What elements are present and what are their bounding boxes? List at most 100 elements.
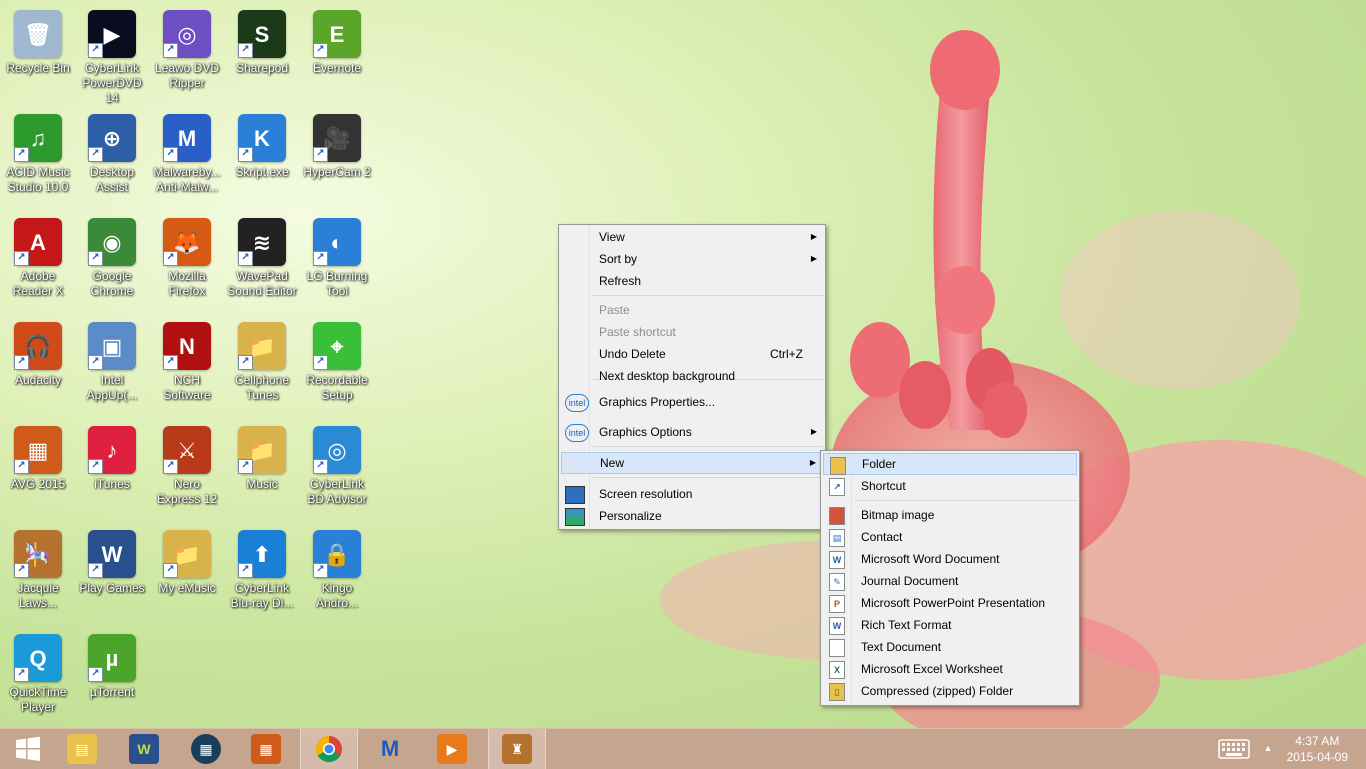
desktop-icon-label: Music — [246, 477, 278, 491]
desktop-icon[interactable]: M ↗ Malwareby... Anti-Malw... — [149, 108, 225, 206]
desktop-icon[interactable]: ⊕ ↗ Desktop Assist — [74, 108, 150, 206]
desktop-icon-label: AVG 2015 — [10, 477, 66, 491]
desktop-icon[interactable]: 🔒 ↗ Kingo Andro... — [299, 524, 375, 622]
new-item-text-document[interactable]: Text Document — [823, 636, 1077, 658]
menu-item-label: Text Document — [861, 640, 942, 654]
desktop-icon-label: Recordable Setup — [306, 373, 368, 402]
desktop-icon[interactable]: ▣ ↗ Intel AppUp(... — [74, 316, 150, 414]
shortcut-arrow-icon: ↗ — [238, 563, 253, 578]
desktop-icon[interactable]: ◎ ↗ CyberLink BD Advisor — [299, 420, 375, 518]
menu-item-new[interactable]: New ▶ — [561, 452, 823, 474]
desktop-icon[interactable]: 🎠 ↗ Jacquie Laws... — [0, 524, 76, 622]
menu-item-label: Journal Document — [861, 574, 959, 588]
desktop-icon-label: Evernote — [312, 61, 362, 75]
desktop-icon[interactable]: ≋ ↗ WavePad Sound Editor — [224, 212, 300, 310]
shortcut-arrow-icon: ↗ — [88, 459, 103, 474]
menu-item-refresh[interactable]: Refresh — [561, 270, 823, 292]
desktop-icon[interactable]: K ↗ Skript.exe — [224, 108, 300, 206]
taskbar: ▤ W ▦ ▦ M ▶ ♜ ▲ 4:37 AM 2015-04-09 — [0, 728, 1366, 769]
menu-item-label: Microsoft PowerPoint Presentation — [861, 596, 1046, 610]
desktop-icon[interactable]: ◎ ↗ Leawo DVD Ripper — [149, 4, 225, 102]
new-item-microsoft-excel-worksheet[interactable]: Microsoft Excel Worksheet X — [823, 658, 1077, 680]
desktop-icon[interactable]: 📁 ↗ Cellphone Tunes — [224, 316, 300, 414]
desktop-icon[interactable]: ▶ ↗ CyberLink PowerDVD 14 — [74, 4, 150, 105]
menu-item-personalize[interactable]: Personalize — [561, 505, 823, 527]
desktop-icon[interactable]: 🎥 ↗ HyperCam 2 — [299, 108, 375, 206]
desktop-icon[interactable]: ♪ ↗ iTunes — [74, 420, 150, 518]
desktop-icon[interactable]: 📁 ↗ My eMusic — [149, 524, 225, 622]
shortcut-arrow-icon: ↗ — [163, 355, 178, 370]
menu-item-screen-resolution[interactable]: Screen resolution — [561, 483, 823, 505]
touch-keyboard-icon[interactable] — [1218, 739, 1250, 759]
menu-item-paste-shortcut[interactable]: Paste shortcut — [561, 321, 823, 343]
menu-separator — [855, 500, 1077, 501]
shortcut-arrow-icon: ↗ — [88, 43, 103, 58]
chrome-icon: ◉ ↗ — [88, 218, 136, 266]
desktop-icon[interactable]: 📁 ↗ Music — [224, 420, 300, 518]
menu-separator — [593, 446, 823, 447]
taskbar-file-explorer[interactable]: ▤ — [54, 729, 110, 769]
menu-item-label: Next desktop background — [599, 369, 736, 383]
menu-item-label: Bitmap image — [861, 508, 935, 522]
desktop-icon[interactable]: S ↗ Sharepod — [224, 4, 300, 102]
taskbar-games[interactable]: W — [116, 729, 172, 769]
desktop-icon[interactable]: E ↗ Evernote — [299, 4, 375, 102]
desktop-icon[interactable]: 🦊 ↗ Mozilla Firefox — [149, 212, 225, 310]
shortcut-arrow-icon: ↗ — [313, 459, 328, 474]
menu-item-graphics-options[interactable]: Graphics Options ▶ intel — [561, 419, 823, 445]
menu-separator — [593, 477, 823, 478]
desktop-icon-label: WavePad Sound Editor — [227, 269, 297, 298]
desktop-icon[interactable]: ⚔ ↗ Nero Express 12 — [149, 420, 225, 518]
desktop-icon[interactable]: N ↗ NCH Software — [149, 316, 225, 414]
taskbar-chrome[interactable] — [300, 729, 358, 769]
new-item-microsoft-powerpoint-presentation[interactable]: Microsoft PowerPoint Presentation P — [823, 592, 1077, 614]
new-item-bitmap-image[interactable]: Bitmap image — [823, 504, 1077, 526]
desktop-icon[interactable]: ⌖ ↗ Recordable Setup — [299, 316, 375, 414]
menu-item-sort-by[interactable]: Sort by ▶ — [561, 248, 823, 270]
taskbar-malwarebytes[interactable]: M — [362, 729, 418, 769]
games-icon: W — [129, 734, 159, 764]
desktop-icon[interactable]: ◐ ↗ LG Burning Tool — [299, 212, 375, 310]
new-item-microsoft-word-document[interactable]: Microsoft Word Document W — [823, 548, 1077, 570]
taskbar-avg[interactable]: ▦ — [238, 729, 294, 769]
avg-icon: ▦ — [251, 734, 281, 764]
shortcut-arrow-icon: ↗ — [238, 459, 253, 474]
chevron-up-icon[interactable]: ▲ — [1262, 743, 1274, 755]
desktop-icon[interactable]: µ ↗ µTorrent — [74, 628, 150, 726]
start-button[interactable] — [0, 729, 56, 769]
desktop-icon[interactable]: 🗑 Recycle Bin — [0, 4, 76, 102]
new-item-compressed-zipped-folder[interactable]: Compressed (zipped) Folder ▯ — [823, 680, 1077, 702]
shortcut-arrow-icon: ↗ — [163, 43, 178, 58]
desktop-icon[interactable]: A ↗ Adobe Reader X — [0, 212, 76, 310]
desktop-icon[interactable]: ▦ ↗ AVG 2015 — [0, 420, 76, 518]
new-item-folder[interactable]: Folder — [823, 453, 1077, 475]
desktop-icon-label: Mozilla Firefox — [168, 269, 206, 298]
desktop-icon[interactable]: ◉ ↗ Google Chrome — [74, 212, 150, 310]
new-item-journal-document[interactable]: Journal Document ✎ — [823, 570, 1077, 592]
menu-item-graphics-properties[interactable]: Graphics Properties... intel — [561, 389, 823, 415]
desktop-icon[interactable]: ⬆ ↗ CyberLink Blu-ray Di... — [224, 524, 300, 622]
sharepod-icon: S ↗ — [238, 10, 286, 58]
taskbar-carousel-game[interactable]: ♜ — [488, 729, 546, 769]
desktop-icon[interactable]: W ↗ Play Games — [74, 524, 150, 622]
folder-icon: ▤ — [67, 734, 97, 764]
desktop-icon[interactable]: ♫ ↗ ACID Music Studio 10.0 — [0, 108, 76, 206]
tray-clock[interactable]: 4:37 AM 2015-04-09 — [1287, 733, 1348, 765]
new-item-contact[interactable]: Contact ▤ — [823, 526, 1077, 548]
desktop-icon-label: Jacquie Laws... — [17, 581, 59, 610]
desktop-icon-label: QuickTime Player — [9, 685, 67, 714]
desktop-icon[interactable]: Q ↗ QuickTime Player — [0, 628, 76, 726]
shortcut-arrow-icon: ↗ — [14, 459, 29, 474]
desktop-icon[interactable]: 🎧 ↗ Audacity — [0, 316, 76, 414]
menu-item-undo-delete[interactable]: Undo Delete Ctrl+Z — [561, 343, 823, 365]
taskbar-media[interactable]: ▦ — [178, 729, 234, 769]
new-item-shortcut[interactable]: Shortcut ↗ — [823, 475, 1077, 497]
menu-item-paste[interactable]: Paste — [561, 299, 823, 321]
menu-item-view[interactable]: View ▶ — [561, 226, 823, 248]
menu-item-next-desktop-background[interactable]: Next desktop background — [561, 365, 823, 387]
new-submenu: Folder Shortcut ↗ Bitmap image Contact ▤ Micro… — [820, 450, 1080, 706]
new-item-rich-text-format[interactable]: Rich Text Format W — [823, 614, 1077, 636]
desktop-icon-label: HyperCam 2 — [303, 165, 371, 179]
desktop-icon-label: My eMusic — [158, 581, 216, 595]
taskbar-media-player[interactable]: ▶ — [424, 729, 480, 769]
